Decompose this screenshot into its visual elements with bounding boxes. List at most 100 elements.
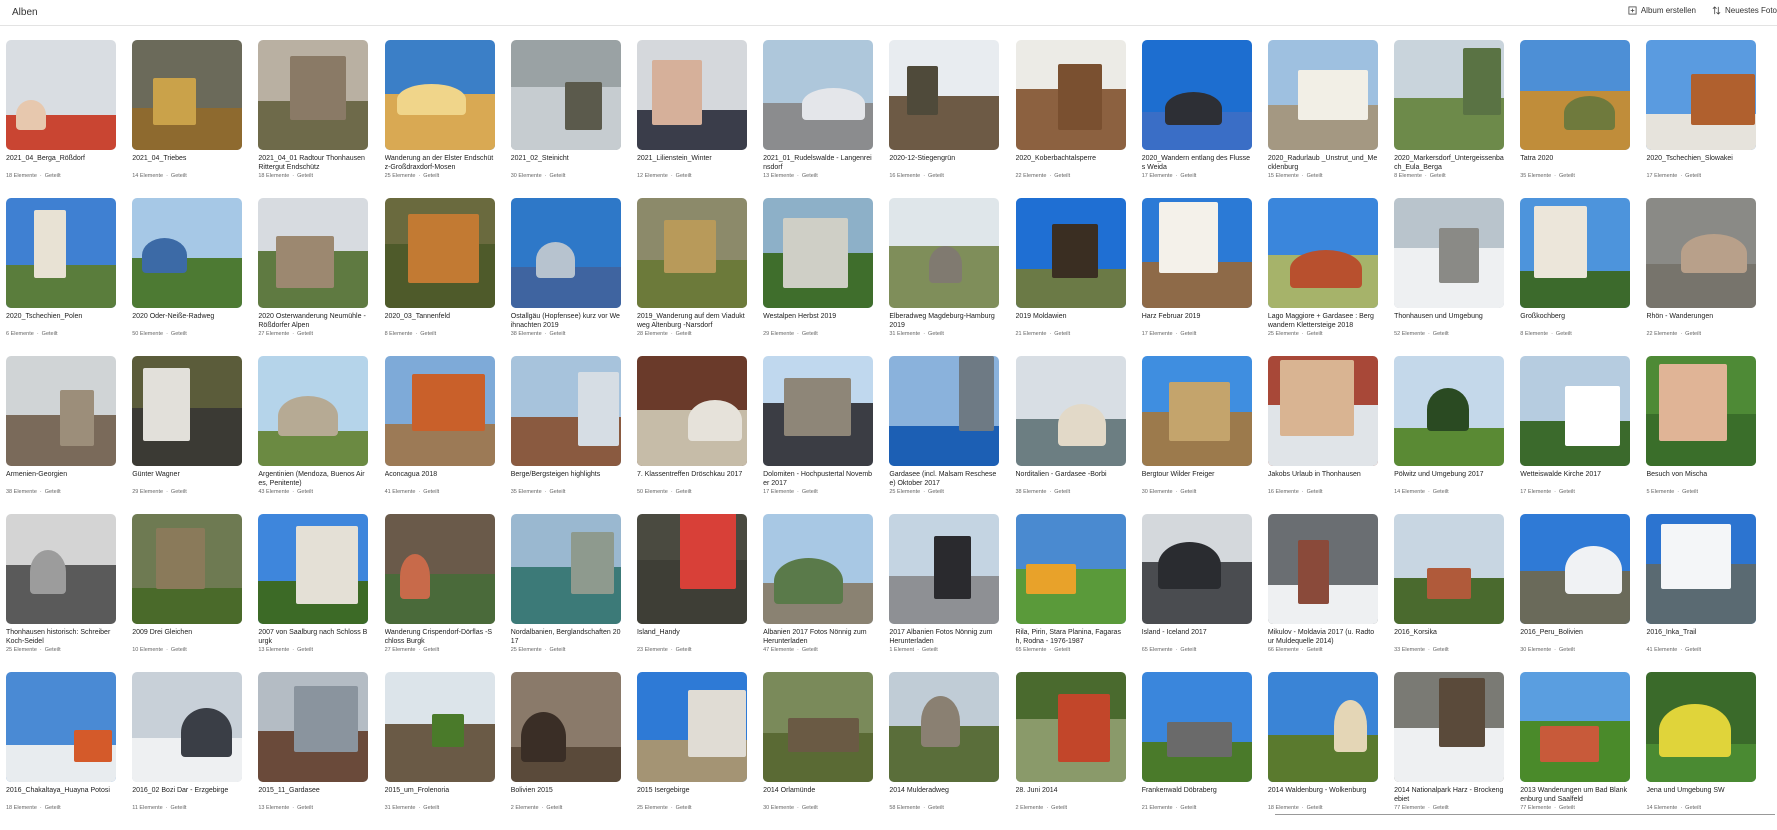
album-tile[interactable]: Armenien-Georgien 38 Elemente · Geteilt <box>6 356 116 514</box>
album-cover-image[interactable] <box>1394 672 1505 782</box>
album-title[interactable]: Harz Februar 2019 <box>1142 312 1252 330</box>
album-cover-image[interactable] <box>636 672 747 782</box>
album-cover-image[interactable] <box>1520 40 1631 150</box>
album-tile[interactable]: 2020_Tschechien_Slowakei 17 Elemente · Gete… <box>1646 40 1757 198</box>
album-tile[interactable]: Ostallgäu (Hopfensee) kurz vor Weihnacht… <box>510 198 621 356</box>
album-cover-image[interactable] <box>6 198 116 308</box>
album-cover-image[interactable] <box>1015 356 1126 466</box>
album-cover-image[interactable] <box>384 40 495 150</box>
album-cover-image[interactable] <box>510 672 621 782</box>
album-tile[interactable]: Wanderung an der Elster Endschütz-Großdr… <box>384 40 495 198</box>
album-tile[interactable]: 2021_Lilienstein_Winter 12 Elemente · Getei… <box>636 40 747 198</box>
album-tile[interactable]: 2021_02_Steinicht 30 Elemente · Geteilt <box>510 40 621 198</box>
album-title[interactable]: 2020_Tschechien_Slowakei <box>1646 154 1756 172</box>
album-cover-image[interactable] <box>1394 198 1505 308</box>
album-title[interactable]: 2020_Tschechien_Polen <box>6 312 116 330</box>
album-title[interactable]: Island_Handy <box>637 628 747 646</box>
album-cover-image[interactable] <box>510 40 621 150</box>
album-title[interactable]: 2020_03_Tannenfeld <box>385 312 495 330</box>
album-cover-image[interactable] <box>1520 672 1631 782</box>
album-title[interactable]: 2020 Osterwanderung Neumühle -Rößdorfer … <box>258 312 368 330</box>
album-title[interactable]: 2014 Orlamünde <box>763 786 873 804</box>
album-title[interactable]: Ostallgäu (Hopfensee) kurz vor Weihnacht… <box>511 312 621 330</box>
album-tile[interactable]: 2014 Waldenburg - Wolkenburg 18 Elemente ·… <box>1267 672 1378 830</box>
album-title[interactable]: Pölwitz und Umgebung 2017 <box>1394 470 1504 488</box>
album-tile[interactable]: 28. Juni 2014 2 Elemente · Geteilt <box>1015 672 1126 830</box>
album-title[interactable]: 2020_Koberbachtalsperre <box>1016 154 1126 172</box>
album-cover-image[interactable] <box>636 514 747 624</box>
album-cover-image[interactable] <box>1646 356 1757 466</box>
album-title[interactable]: Berge/Bergsteigen highlights <box>511 470 621 488</box>
album-title[interactable]: 2009 Drei Gleichen <box>132 628 242 646</box>
album-cover-image[interactable] <box>1394 356 1505 466</box>
album-tile[interactable]: Jakobs Urlaub in Thonhausen 16 Elemente · G… <box>1267 356 1378 514</box>
album-title[interactable]: Mikulov - Moldavia 2017 (u. Radtour Muld… <box>1268 628 1378 646</box>
album-cover-image[interactable] <box>889 672 1000 782</box>
album-tile[interactable]: 7. Klassentreffen Dröschkau 2017 50 Eleme… <box>636 356 747 514</box>
album-cover-image[interactable] <box>1520 514 1631 624</box>
album-title[interactable]: Lago Maggiore + Gardasee : Bergwandern K… <box>1268 312 1378 330</box>
album-title[interactable]: Jena und Umgebung SW <box>1646 786 1756 804</box>
album-title[interactable]: 2016_Peru_Bolivien <box>1520 628 1630 646</box>
album-cover-image[interactable] <box>132 672 243 782</box>
album-tile[interactable]: 2014 Mulderadweg 58 Elemente · Geteilt <box>889 672 1000 830</box>
album-title[interactable]: 2021_01_Rudelswalde - Langenreinsdorf <box>763 154 873 172</box>
album-title[interactable]: Island - Iceland 2017 <box>1142 628 1252 646</box>
album-title[interactable]: 2021_04_Triebes <box>132 154 242 172</box>
album-cover-image[interactable] <box>889 198 1000 308</box>
album-cover-image[interactable] <box>258 356 369 466</box>
album-cover-image[interactable] <box>510 356 621 466</box>
album-tile[interactable]: Gardasee (incl. Malsam Reschesee) Oktobe… <box>889 356 1000 514</box>
album-cover-image[interactable] <box>1646 198 1757 308</box>
album-tile[interactable]: Lago Maggiore + Gardasee : Bergwandern K… <box>1267 198 1378 356</box>
album-tile[interactable]: 2016_Korsika 33 Elemente · Geteilt <box>1394 514 1505 672</box>
album-cover-image[interactable] <box>1520 356 1631 466</box>
album-title[interactable]: 2013 Wanderungen um Bad Blankenburg und … <box>1520 786 1630 804</box>
album-cover-image[interactable] <box>6 356 116 466</box>
album-cover-image[interactable] <box>1646 40 1757 150</box>
album-tile[interactable]: 2016_Chakaltaya_Huayna Potosi 18 Elemente… <box>6 672 116 830</box>
album-tile[interactable]: Island_Handy 23 Elemente · Geteilt <box>636 514 747 672</box>
album-tile[interactable]: 2015 Isergebirge 25 Elemente · Geteilt <box>636 672 747 830</box>
album-cover-image[interactable] <box>258 514 369 624</box>
album-title[interactable]: Bergtour Wilder Freiger <box>1142 470 1252 488</box>
album-title[interactable]: Frankenwald Döbraberg <box>1142 786 1252 804</box>
album-cover-image[interactable] <box>636 356 747 466</box>
album-title[interactable]: 2017 Albanien Fotos Nönnig zum Herunterl… <box>889 628 999 646</box>
album-tile[interactable]: 2015_um_Frolenoria 31 Elemente · Geteilt <box>384 672 495 830</box>
album-tile[interactable]: 2021_04_Berga_Rößdorf 18 Elemente · Geteilt <box>6 40 116 198</box>
album-tile[interactable]: Bolivien 2015 2 Elemente · Geteilt <box>510 672 621 830</box>
album-title[interactable]: Elberadweg Magdeburg-Hamburg 2019 <box>889 312 999 330</box>
album-cover-image[interactable] <box>1267 198 1378 308</box>
album-title[interactable]: 2016_Inka_Trail <box>1646 628 1756 646</box>
album-cover-image[interactable] <box>132 356 243 466</box>
album-title[interactable]: 2016_02 Bozi Dar - Erzgebirge <box>132 786 242 804</box>
album-tile[interactable]: 2020_03_Tannenfeld 8 Elemente · Geteilt <box>384 198 495 356</box>
album-tile[interactable]: Rila, Pirin, Stara Planina, Fagarash, Ro… <box>1015 514 1126 672</box>
album-tile[interactable]: 2021_04_Triebes 14 Elemente · Geteilt <box>132 40 243 198</box>
album-cover-image[interactable] <box>889 514 1000 624</box>
album-title[interactable]: 2021_04_01 Radtour Thonhausen Rittergut … <box>258 154 368 172</box>
album-title[interactable]: 2020-12-Stiegengrün <box>889 154 999 172</box>
album-cover-image[interactable] <box>1141 40 1252 150</box>
album-tile[interactable]: 2014 Nationalpark Harz - Brockengebiet 77… <box>1394 672 1505 830</box>
album-tile[interactable]: 2021_01_Rudelswalde - Langenreinsdorf 13 … <box>763 40 874 198</box>
album-cover-image[interactable] <box>258 198 369 308</box>
album-title[interactable]: Armenien-Georgien <box>6 470 116 488</box>
album-cover-image[interactable] <box>1267 356 1378 466</box>
album-tile[interactable]: 2007 von Saalburg nach Schloss Burgk 13 E… <box>258 514 369 672</box>
album-tile[interactable]: Albanien 2017 Fotos Nönnig zum Herunterl… <box>763 514 874 672</box>
album-cover-image[interactable] <box>1646 672 1757 782</box>
album-title[interactable]: 2021_02_Steinicht <box>511 154 621 172</box>
album-tile[interactable]: 2014 Orlamünde 30 Elemente · Geteilt <box>763 672 874 830</box>
album-cover-image[interactable] <box>1520 198 1631 308</box>
album-title[interactable]: 2016_Chakaltaya_Huayna Potosi <box>6 786 116 804</box>
album-tile[interactable]: Besuch von Mischa 5 Elemente · Geteilt <box>1646 356 1757 514</box>
album-tile[interactable]: 2016_Inka_Trail 41 Elemente · Geteilt <box>1646 514 1757 672</box>
album-title[interactable]: 2020_Wandern entlang des Flusses Weida <box>1142 154 1252 172</box>
album-cover-image[interactable] <box>1646 514 1757 624</box>
album-cover-image[interactable] <box>763 514 874 624</box>
album-cover-image[interactable] <box>1015 198 1126 308</box>
album-cover-image[interactable] <box>763 672 874 782</box>
album-tile[interactable]: 2020_Tschechien_Polen 6 Elemente · Geteilt <box>6 198 116 356</box>
